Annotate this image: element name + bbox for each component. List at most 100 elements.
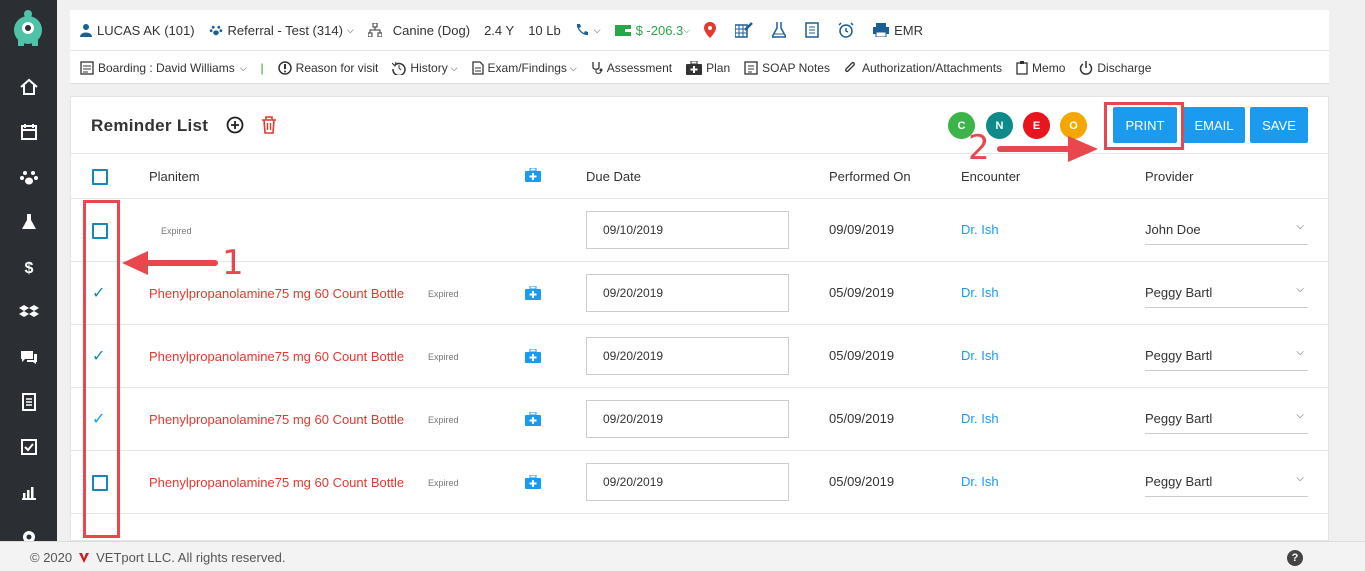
nav-memo[interactable]: Memo bbox=[1016, 61, 1065, 75]
print-button[interactable]: PRINT bbox=[1113, 107, 1177, 143]
reminder-list-panel: Reminder List C N E O PRINT EMAIL SAVE P… bbox=[70, 96, 1329, 541]
notes-icon bbox=[744, 61, 758, 75]
performed-on: 09/09/2019 bbox=[829, 222, 895, 237]
email-button[interactable]: EMAIL bbox=[1183, 107, 1245, 143]
row-checkmark-icon[interactable]: ✓ bbox=[92, 346, 105, 366]
panel-title: Reminder List bbox=[91, 116, 209, 135]
sidebar: $ bbox=[0, 0, 57, 571]
provider-select[interactable]: Peggy Bartl ⌵ bbox=[1145, 404, 1308, 434]
calendar-icon[interactable] bbox=[0, 110, 57, 154]
dropbox-icon[interactable] bbox=[0, 290, 57, 334]
row-checkmark-icon[interactable]: ✓ bbox=[92, 283, 105, 303]
table-row: ✓ Phenylpropanolamine75 mg 60 Count Bott… bbox=[71, 388, 1328, 451]
filter-o-badge[interactable]: O bbox=[1060, 112, 1087, 139]
nav-soap-notes[interactable]: SOAP Notes bbox=[744, 61, 830, 75]
paw-icon[interactable] bbox=[0, 155, 57, 199]
patient-weight: 10 Lb bbox=[528, 22, 561, 38]
nav-assessment[interactable]: Assessment bbox=[591, 61, 672, 75]
provider-select[interactable]: Peggy Bartl ⌵ bbox=[1145, 467, 1308, 497]
planitem-name: Phenylpropanolamine75 mg 60 Count Bottle bbox=[149, 349, 405, 364]
document-icon[interactable] bbox=[0, 380, 57, 424]
patient-age: 2.4 Y bbox=[484, 22, 515, 38]
filter-n-badge[interactable]: N bbox=[986, 112, 1013, 139]
lab-flask-icon[interactable] bbox=[0, 200, 57, 244]
notes-icon[interactable] bbox=[805, 22, 824, 38]
nav-history[interactable]: History ⌵ bbox=[392, 61, 458, 75]
phone-dropdown[interactable]: ⌵ bbox=[575, 23, 601, 37]
vetport-logo[interactable] bbox=[8, 6, 48, 50]
help-icon[interactable]: ? bbox=[1287, 550, 1303, 566]
column-planitem: Planitem bbox=[149, 169, 200, 184]
medkit-icon[interactable] bbox=[525, 475, 541, 489]
phone-icon bbox=[576, 24, 588, 36]
due-date-input[interactable]: 09/20/2019 bbox=[586, 337, 789, 375]
due-date-input[interactable]: 09/10/2019 bbox=[586, 211, 789, 249]
due-date-input[interactable]: 09/20/2019 bbox=[586, 463, 789, 501]
patient-info-row: LUCAS AK (101) Referral - Test (314) ⌵ C… bbox=[80, 20, 937, 40]
header-divider bbox=[70, 50, 1329, 51]
table-header: Planitem Due Date Performed On Encounter… bbox=[71, 153, 1328, 199]
encounter-nav: Boarding : David Williams ⌵ | Reason for… bbox=[80, 58, 1165, 78]
nav-reason-for-visit[interactable]: Reason for visit bbox=[277, 61, 378, 75]
planitem-name: Phenylpropanolamine75 mg 60 Count Bottle bbox=[149, 475, 405, 490]
row-checkbox[interactable] bbox=[92, 475, 108, 491]
due-date-input[interactable]: 09/20/2019 bbox=[586, 400, 789, 438]
chevron-down-icon: ⌵ bbox=[593, 24, 601, 35]
home-icon[interactable] bbox=[0, 65, 57, 109]
nav-exam-findings[interactable]: Exam/Findings ⌵ bbox=[471, 61, 577, 75]
species: Canine (Dog) bbox=[367, 23, 470, 38]
provider-select[interactable]: Peggy Bartl ⌵ bbox=[1145, 278, 1308, 308]
nav-plan[interactable]: Plan bbox=[686, 61, 730, 75]
referral-dropdown[interactable]: Referral - Test (314) ⌵ bbox=[209, 23, 354, 38]
lab-flask-icon[interactable] bbox=[772, 22, 791, 38]
chevron-down-icon: ⌵ bbox=[1296, 410, 1304, 421]
medkit-icon[interactable] bbox=[525, 286, 541, 300]
chevron-down-icon: ⌵ bbox=[569, 62, 577, 73]
encounter-link[interactable]: Dr. Ish bbox=[961, 222, 999, 237]
reports-chart-icon[interactable] bbox=[0, 470, 57, 514]
row-checkbox[interactable] bbox=[92, 223, 108, 239]
trash-icon[interactable] bbox=[261, 116, 277, 134]
chat-icon[interactable] bbox=[0, 335, 57, 379]
location-pin-icon[interactable] bbox=[704, 22, 721, 38]
paperclip-icon bbox=[845, 61, 855, 73]
expired-label: Expired bbox=[428, 415, 459, 425]
due-date-input[interactable]: 09/20/2019 bbox=[586, 274, 789, 312]
stethoscope-icon bbox=[592, 62, 603, 74]
checklist-icon[interactable] bbox=[0, 425, 57, 469]
alarm-clock-icon[interactable] bbox=[838, 22, 859, 38]
nav-authorization-attachments[interactable]: Authorization/Attachments bbox=[844, 61, 1002, 75]
table-row: ✓ Phenylpropanolamine75 mg 60 Count Bott… bbox=[71, 262, 1328, 325]
encounter-link[interactable]: Dr. Ish bbox=[961, 411, 999, 426]
add-circle-icon[interactable] bbox=[226, 116, 244, 134]
encounter-link[interactable]: Dr. Ish bbox=[961, 474, 999, 489]
filter-e-badge[interactable]: E bbox=[1023, 112, 1050, 139]
encounter-link[interactable]: Dr. Ish bbox=[961, 348, 999, 363]
select-all-checkbox[interactable] bbox=[92, 169, 108, 185]
balance-dropdown[interactable]: $ -206.3 ⌵ bbox=[614, 23, 690, 38]
medkit-icon[interactable] bbox=[525, 412, 541, 426]
edit-grid-icon[interactable] bbox=[735, 22, 758, 38]
column-provider: Provider bbox=[1145, 169, 1194, 184]
chevron-down-icon: ⌵ bbox=[1296, 473, 1304, 484]
svg-text:$: $ bbox=[24, 260, 33, 277]
user-icon bbox=[80, 24, 92, 37]
nav-discharge[interactable]: Discharge bbox=[1079, 61, 1151, 75]
provider-select[interactable]: Peggy Bartl ⌵ bbox=[1145, 341, 1308, 371]
emr-print-button[interactable]: EMR bbox=[873, 23, 923, 38]
row-checkmark-icon[interactable]: ✓ bbox=[92, 409, 105, 429]
patient-name[interactable]: LUCAS AK (101) bbox=[80, 23, 195, 38]
planitem-name: Phenylpropanolamine75 mg 60 Count Bottle bbox=[149, 412, 405, 427]
printer-icon bbox=[873, 23, 890, 37]
column-encounter: Encounter bbox=[961, 169, 1021, 184]
encounter-link[interactable]: Dr. Ish bbox=[961, 285, 999, 300]
boarding-dropdown[interactable]: Boarding : David Williams ⌵ bbox=[80, 61, 247, 75]
provider-select[interactable]: John Doe ⌵ bbox=[1145, 215, 1308, 245]
filter-c-badge[interactable]: C bbox=[948, 112, 975, 139]
column-due-date: Due Date bbox=[586, 169, 641, 184]
billing-dollar-icon[interactable]: $ bbox=[0, 245, 57, 289]
medkit-icon[interactable] bbox=[525, 349, 541, 363]
performed-on: 05/09/2019 bbox=[829, 411, 895, 426]
save-button[interactable]: SAVE bbox=[1250, 107, 1308, 143]
power-icon bbox=[1080, 61, 1093, 75]
